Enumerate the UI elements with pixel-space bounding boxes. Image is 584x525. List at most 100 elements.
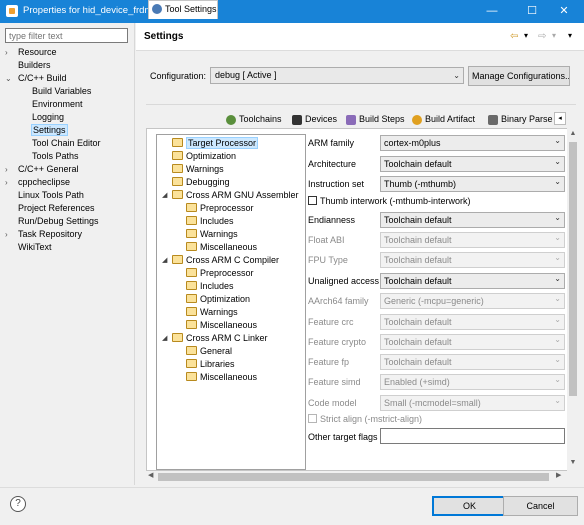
nav-item-cpp-general[interactable]: › C/C++ General [5,163,79,176]
tab-build-steps[interactable]: Build Steps [343,112,405,128]
tree-item-general[interactable]: General [186,345,232,358]
scroll-thumb[interactable] [569,142,577,396]
tab-scroll-left-button[interactable]: ◂ [554,112,566,125]
scroll-right-icon[interactable]: ▶ [556,471,561,479]
collapse-arrow-icon[interactable]: ⌄ [5,72,13,85]
back-icon[interactable]: ⇦ [510,31,518,42]
panel-divider[interactable] [134,23,135,485]
expand-arrow-icon[interactable]: › [5,176,13,189]
other-target-flags-input[interactable] [380,428,565,444]
scroll-left-icon[interactable]: ◀ [148,471,153,479]
horizontal-scrollbar[interactable]: ◀ ▶ [146,471,567,483]
nav-item-wikitext[interactable]: WikiText [5,241,52,254]
architecture-dropdown[interactable]: Toolchain default ⌄ [380,156,565,172]
ok-button[interactable]: OK [432,496,507,516]
nav-item-environment[interactable]: Environment [5,98,83,111]
nav-item-project-references[interactable]: Project References [5,202,95,215]
collapse-arrow-icon[interactable]: ◢ [162,254,171,267]
tree-item-preprocessor[interactable]: Preprocessor [186,202,254,215]
tree-item-includes[interactable]: Includes [186,215,234,228]
tab-binary-parsers[interactable]: Binary Parsers [485,112,553,128]
float-abi-dropdown[interactable]: Toolchain default ⌄ [380,232,565,248]
instruction-set-dropdown[interactable]: Thumb (-mthumb) ⌄ [380,176,565,192]
nav-item-run-debug-settings[interactable]: Run/Debug Settings [5,215,99,228]
forward-icon[interactable]: ⇨ [538,31,546,42]
tree-item-preprocessor[interactable]: Preprocessor [186,267,254,280]
chevron-down-icon: ⌄ [554,233,561,242]
nav-item-tools-paths[interactable]: Tools Paths [5,150,79,163]
tab-build-artifact[interactable]: Build Artifact [409,112,481,128]
tree-item-warnings[interactable]: Warnings [186,228,238,241]
code-model-dropdown[interactable]: Small (-mcmodel=small) ⌄ [380,395,565,411]
view-menu-icon[interactable]: ▾ [568,31,572,40]
endianness-dropdown[interactable]: Toolchain default ⌄ [380,212,565,228]
tab-devices[interactable]: Devices [289,112,337,128]
unaligned-access-dropdown[interactable]: Toolchain default ⌄ [380,273,565,289]
feature-simd-dropdown[interactable]: Enabled (+simd) ⌄ [380,374,565,390]
nav-item-settings[interactable]: Settings [5,124,68,137]
tab-tool-settings[interactable]: Tool Settings [148,0,218,19]
tree-item-warnings[interactable]: Warnings [186,306,238,319]
nav-item-resource[interactable]: › Resource [5,46,57,59]
arm-family-dropdown[interactable]: cortex-m0plus ⌄ [380,135,565,151]
tree-item-optimization[interactable]: Optimization [186,293,250,306]
checkbox-box[interactable] [308,196,317,205]
nav-item-label: C/C++ Build [18,73,67,83]
forward-menu-icon[interactable]: ▾ [552,31,556,40]
nav-item-label: Linux Tools Path [18,190,84,200]
arm-family-value: cortex-m0plus [384,138,441,148]
vertical-scrollbar[interactable]: ▲ ▼ [567,128,579,471]
checkbox-box[interactable] [308,414,317,423]
cancel-button[interactable]: Cancel [503,496,578,516]
filter-input[interactable] [5,28,128,43]
scroll-down-icon[interactable]: ▼ [567,459,579,466]
tree-item-target-processor[interactable]: Target Processor [172,137,259,150]
nav-item-task-repository[interactable]: › Task Repository [5,228,82,241]
tree-item-miscellaneous[interactable]: Miscellaneous [186,241,257,254]
tree-item-c-linker[interactable]: ◢ Cross ARM C Linker [162,332,268,345]
collapse-arrow-icon[interactable]: ◢ [162,332,171,345]
tree-item-libraries[interactable]: Libraries [186,358,235,371]
nav-item-linux-tools-path[interactable]: Linux Tools Path [5,189,84,202]
minimize-button[interactable]: — [472,0,512,23]
aarch64-family-dropdown[interactable]: Generic (-mcpu=generic) ⌄ [380,293,565,309]
thumb-interwork-checkbox[interactable]: Thumb interwork (-mthumb-interwork) [308,196,471,210]
expand-arrow-icon[interactable]: › [5,46,13,59]
close-button[interactable]: ✕ [544,0,584,23]
nav-item-cppcheclipse[interactable]: › cppcheclipse [5,176,70,189]
manage-configurations-button[interactable]: Manage Configurations... [468,66,570,86]
nav-item-logging[interactable]: Logging [5,111,64,124]
tree-item-miscellaneous[interactable]: Miscellaneous [186,319,257,332]
fpu-type-dropdown[interactable]: Toolchain default ⌄ [380,252,565,268]
expand-arrow-icon[interactable]: › [5,228,13,241]
nav-item-cpp-build[interactable]: ⌄ C/C++ Build [5,72,67,85]
tree-item-miscellaneous[interactable]: Miscellaneous [186,371,257,384]
feature-fp-dropdown[interactable]: Toolchain default ⌄ [380,354,565,370]
back-menu-icon[interactable]: ▾ [524,31,528,40]
collapse-arrow-icon[interactable]: ◢ [162,189,171,202]
nav-item-builders[interactable]: Builders [5,59,51,72]
tree-item-debugging[interactable]: Debugging [172,176,230,189]
tree-item-c-compiler[interactable]: ◢ Cross ARM C Compiler [162,254,279,267]
tree-item-gnu-assembler[interactable]: ◢ Cross ARM GNU Assembler [162,189,299,202]
configuration-dropdown[interactable]: debug [ Active ] ⌄ [210,67,464,84]
title-bar: Properties for hid_device_frdmkw41z — ☐ … [0,0,584,23]
feature-simd-label: Feature simd [308,377,361,387]
scroll-thumb[interactable] [158,473,549,481]
strict-align-checkbox[interactable]: Strict align (-mstrict-align) [308,414,422,428]
tree-item-warnings[interactable]: Warnings [172,163,224,176]
nav-item-tool-chain-editor[interactable]: Tool Chain Editor [5,137,101,150]
aarch64-family-label: AArch64 family [308,296,369,306]
expand-arrow-icon[interactable]: › [5,163,13,176]
configuration-label: Configuration: [150,71,207,81]
feature-crypto-dropdown[interactable]: Toolchain default ⌄ [380,334,565,350]
nav-item-build-variables[interactable]: Build Variables [5,85,91,98]
settings-page-icon [186,294,197,303]
help-button[interactable]: ? [10,496,26,512]
feature-crc-dropdown[interactable]: Toolchain default ⌄ [380,314,565,330]
scroll-up-icon[interactable]: ▲ [567,130,579,137]
tab-toolchains[interactable]: Toolchains [223,112,285,128]
tree-item-includes[interactable]: Includes [186,280,234,293]
chevron-down-icon: ⌄ [554,315,561,324]
tree-item-optimization[interactable]: Optimization [172,150,236,163]
